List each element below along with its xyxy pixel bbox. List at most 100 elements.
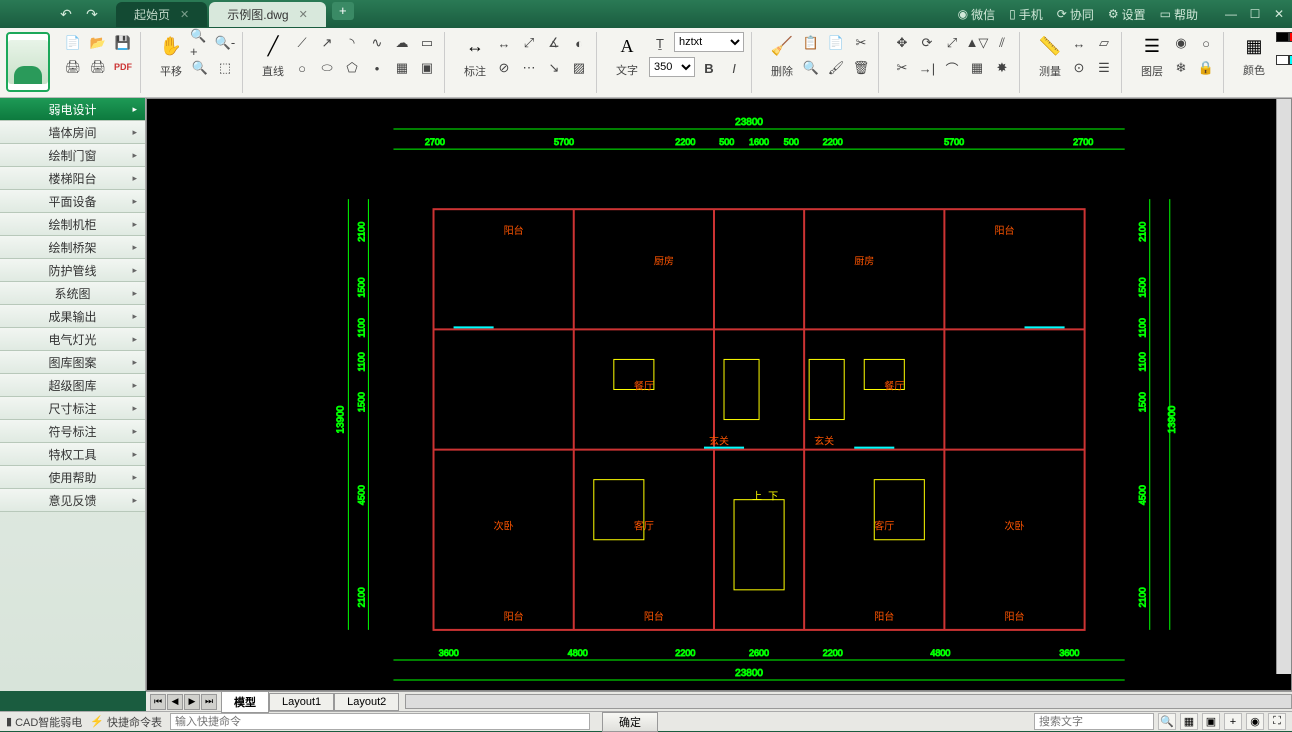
sidebar-item-11[interactable]: 图库图案▸ [0, 351, 145, 374]
sheet-tab-layout2[interactable]: Layout2 [334, 693, 399, 711]
user-avatar[interactable] [6, 32, 50, 92]
zoom-extents-button[interactable]: 🔍 [189, 57, 211, 79]
mtext-button[interactable]: Ṯ [649, 32, 671, 54]
leader-button[interactable]: ↘ [543, 57, 565, 79]
sidebar-item-16[interactable]: 使用帮助▸ [0, 466, 145, 489]
open-file-button[interactable]: 📂 [87, 32, 109, 54]
wechat-link[interactable]: ◉ 微信 [958, 6, 996, 23]
match-button[interactable]: 🖌 [825, 57, 847, 79]
save-button[interactable]: 💾 [112, 32, 134, 54]
command-input[interactable] [170, 713, 590, 730]
grid-toggle[interactable]: ▦ [1180, 713, 1198, 730]
angular-dim-button[interactable]: ∡ [543, 32, 565, 54]
text-button[interactable]: A 文字 [609, 32, 645, 78]
close-icon[interactable]: ✕ [180, 8, 189, 21]
find-button[interactable]: 🔍 [800, 57, 822, 79]
move-button[interactable]: ✥ [891, 32, 913, 54]
search-input[interactable] [1034, 713, 1154, 730]
sidebar-item-12[interactable]: 超级图库▸ [0, 374, 145, 397]
line-button[interactable]: ╱ 直线 [255, 32, 291, 79]
maximize-button[interactable]: ☐ [1246, 7, 1264, 21]
tab-example-dwg[interactable]: 示例图.dwg ✕ [209, 2, 326, 27]
sheet-next-button[interactable]: ▶ [184, 694, 200, 710]
mobile-link[interactable]: ▯ 手机 [1009, 6, 1043, 23]
scale-button[interactable]: ⤢ [941, 32, 963, 54]
export-pdf-button[interactable]: PDF [112, 56, 134, 78]
print-button[interactable]: 🖨 [62, 56, 84, 78]
sidebar-item-7[interactable]: 防护管线▸ [0, 259, 145, 282]
settings-link[interactable]: ⚙ 设置 [1108, 6, 1146, 23]
arc-button[interactable]: ◝ [341, 32, 363, 54]
rotate-button[interactable]: ⟳ [916, 32, 938, 54]
color-button[interactable]: ▦ 颜色 [1236, 32, 1272, 78]
extend-button[interactable]: →| [916, 57, 938, 79]
horizontal-scrollbar[interactable] [405, 694, 1292, 709]
layer-on-button[interactable]: ◉ [1170, 32, 1192, 54]
font-select[interactable]: hztxt [674, 32, 744, 52]
sheet-tab-layout1[interactable]: Layout1 [269, 693, 334, 711]
fullscreen-button[interactable]: ⛶ [1268, 713, 1286, 730]
polyline-button[interactable]: ⟋ [291, 32, 313, 54]
area-button[interactable]: ▱ [1093, 32, 1115, 54]
id-button[interactable]: ⊙ [1068, 57, 1090, 79]
minimize-button[interactable]: — [1222, 7, 1240, 21]
color-wheel-button[interactable]: ◉ [1246, 713, 1264, 730]
help-link[interactable]: ▭ 帮助 [1160, 6, 1198, 23]
layer-lock-button[interactable]: 🔒 [1195, 57, 1217, 79]
italic-button[interactable]: I [723, 57, 745, 79]
aligned-dim-button[interactable]: ⤢ [518, 32, 540, 54]
ellipse-button[interactable]: ⬭ [316, 57, 338, 79]
app-mode-label[interactable]: ▮ CAD智能弱电 [6, 714, 82, 730]
cmd-table-button[interactable]: ⚡ 快捷命令表 [90, 714, 162, 730]
offset-button[interactable]: ⫽ [991, 32, 1013, 54]
layer-freeze-button[interactable]: ❄ [1170, 57, 1192, 79]
sidebar-item-6[interactable]: 绘制桥架▸ [0, 236, 145, 259]
redo-button[interactable]: ↷ [82, 5, 102, 23]
sidebar-item-13[interactable]: 尺寸标注▸ [0, 397, 145, 420]
block-button[interactable]: ▣ [416, 57, 438, 79]
sidebar-item-1[interactable]: 墙体房间▸ [0, 121, 145, 144]
add-button[interactable]: + [1224, 713, 1242, 730]
sidebar-item-17[interactable]: 意见反馈▸ [0, 489, 145, 512]
search-button[interactable]: 🔍 [1158, 713, 1176, 730]
polygon-button[interactable]: ⬠ [341, 57, 363, 79]
zoom-out-button[interactable]: 🔍- [214, 32, 236, 54]
copy-button[interactable]: 📋 [800, 32, 822, 54]
mirror-button[interactable]: ▲▽ [966, 32, 988, 54]
sidebar-item-14[interactable]: 符号标注▸ [0, 420, 145, 443]
sidebar-item-5[interactable]: 绘制机柜▸ [0, 213, 145, 236]
vertical-scrollbar[interactable] [1276, 99, 1291, 674]
new-tab-button[interactable]: + [332, 2, 354, 20]
collab-link[interactable]: ⟳ 协同 [1057, 6, 1094, 23]
sheet-tab-model[interactable]: 模型 [221, 691, 269, 713]
text-size-select[interactable]: 350 [649, 57, 695, 77]
dimension-button[interactable]: ↔ 标注 [457, 32, 493, 79]
sidebar-item-3[interactable]: 楼梯阳台▸ [0, 167, 145, 190]
pan-button[interactable]: ✋ 平移 [153, 32, 189, 79]
close-button[interactable]: ✕ [1270, 7, 1288, 21]
circle-button[interactable]: ○ [291, 57, 313, 79]
delete-button[interactable]: 🧹 删除 [764, 32, 800, 79]
purge-button[interactable]: 🗑 [850, 57, 872, 79]
distance-button[interactable]: ↔ [1068, 32, 1090, 54]
sheet-first-button[interactable]: ⏮ [150, 694, 166, 710]
tab-start-page[interactable]: 起始页 ✕ [116, 2, 207, 27]
layer-button[interactable]: ☰ 图层 [1134, 32, 1170, 79]
sidebar-item-8[interactable]: 系统图▸ [0, 282, 145, 305]
drawing-canvas[interactable]: 23800 2700570022005001600500220057002700… [147, 99, 1291, 690]
snap-toggle[interactable]: ▣ [1202, 713, 1220, 730]
point-button[interactable]: • [366, 57, 388, 79]
continue-dim-button[interactable]: ⋯ [518, 57, 540, 79]
xline-button[interactable]: ↗ [316, 32, 338, 54]
bold-button[interactable]: B [698, 57, 720, 79]
explode-button[interactable]: ✸ [991, 57, 1013, 79]
sidebar-item-10[interactable]: 电气灯光▸ [0, 328, 145, 351]
rectangle-button[interactable]: ▭ [416, 32, 438, 54]
new-file-button[interactable]: 📄 [62, 32, 84, 54]
sidebar-item-9[interactable]: 成果输出▸ [0, 305, 145, 328]
revcloud-button[interactable]: ☁ [391, 32, 413, 54]
sidebar-item-0[interactable]: 弱电设计▸ [0, 98, 145, 121]
cloud-button[interactable]: ▨ [568, 57, 590, 79]
sheet-last-button[interactable]: ⏭ [201, 694, 217, 710]
batch-print-button[interactable]: 🖨 [87, 56, 109, 78]
